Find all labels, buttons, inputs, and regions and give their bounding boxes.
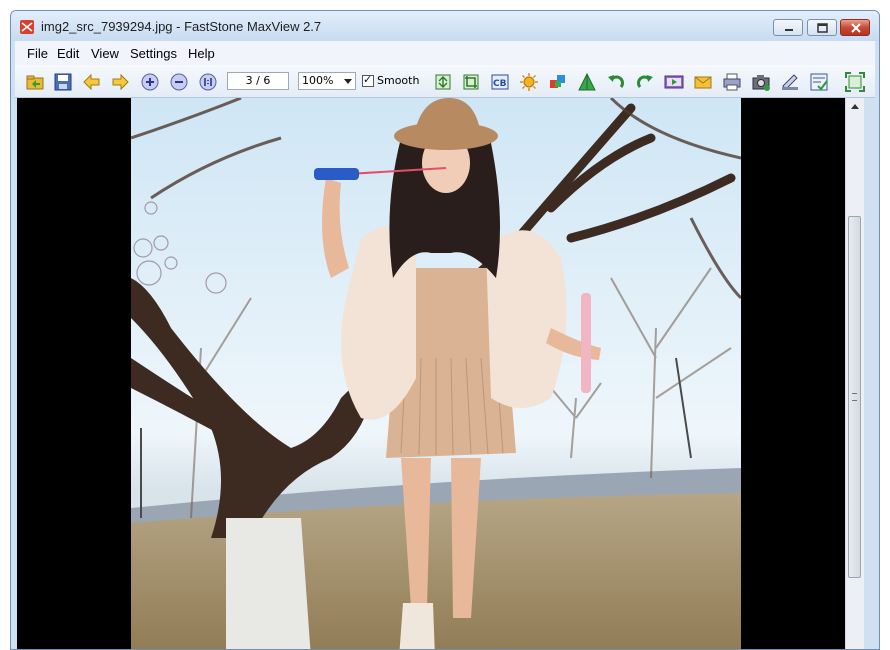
smooth-checkbox[interactable]: ✓ — [362, 73, 374, 87]
zoom-in-icon[interactable] — [140, 72, 160, 92]
maximize-icon — [817, 23, 828, 33]
scanner-icon[interactable] — [780, 72, 800, 92]
checkmark-icon: ✓ — [363, 73, 373, 86]
image-viewer[interactable] — [17, 98, 845, 649]
minimize-icon — [785, 29, 793, 31]
zoom-dropdown[interactable]: 100% — [298, 72, 356, 90]
photo-illustration — [131, 98, 741, 649]
camera-capture-icon[interactable] — [751, 72, 771, 92]
resize-icon[interactable] — [433, 72, 453, 92]
zoom-value: 100% — [302, 74, 334, 87]
menu-view[interactable]: View — [91, 46, 119, 61]
menu-bar: File Edit View Settings Help — [15, 41, 875, 65]
brightness-icon[interactable] — [519, 72, 539, 92]
app-icon — [20, 20, 34, 34]
open-folder-icon[interactable] — [25, 72, 45, 92]
grip-icon — [852, 393, 857, 401]
actual-size-icon[interactable] — [198, 72, 218, 92]
crop-icon[interactable] — [461, 72, 481, 92]
next-arrow-icon[interactable] — [110, 72, 130, 92]
color-balance-icon[interactable]: CB — [490, 72, 510, 92]
menu-settings[interactable]: Settings — [130, 46, 177, 61]
close-button[interactable] — [840, 19, 870, 36]
app-window: img2_src_7939294.jpg - FastStone MaxView… — [10, 10, 880, 650]
print-icon[interactable] — [722, 72, 742, 92]
save-icon[interactable] — [53, 72, 73, 92]
adjust-colors-icon[interactable] — [548, 72, 568, 92]
previous-arrow-icon[interactable] — [82, 72, 102, 92]
email-icon[interactable] — [693, 72, 713, 92]
scrollbar-thumb[interactable] — [848, 216, 861, 578]
maximize-button[interactable] — [807, 19, 837, 36]
sharpen-icon[interactable] — [577, 72, 597, 92]
slideshow-icon[interactable] — [664, 72, 684, 92]
chevron-down-icon — [344, 79, 352, 84]
svg-text:CB: CB — [493, 79, 507, 89]
scroll-up-arrow-icon[interactable] — [851, 104, 859, 109]
menu-help[interactable]: Help — [188, 46, 215, 61]
minimize-button[interactable] — [773, 19, 803, 36]
fullscreen-icon[interactable] — [845, 72, 865, 92]
menu-file[interactable]: File — [27, 46, 48, 61]
photo — [131, 98, 741, 649]
menu-edit[interactable]: Edit — [57, 46, 79, 61]
smooth-label: Smooth — [377, 74, 420, 87]
rotate-left-icon[interactable] — [606, 72, 626, 92]
vertical-scrollbar[interactable] — [845, 98, 864, 649]
window-title: img2_src_7939294.jpg - FastStone MaxView… — [41, 19, 322, 34]
page-indicator[interactable]: 3 / 6 — [227, 72, 289, 90]
properties-icon[interactable] — [809, 72, 829, 92]
rotate-right-icon[interactable] — [635, 72, 655, 92]
toolbar: 3 / 6 100% ✓ Smooth CB — [15, 65, 875, 98]
title-bar[interactable]: img2_src_7939294.jpg - FastStone MaxView… — [11, 11, 879, 41]
zoom-out-icon[interactable] — [169, 72, 189, 92]
close-icon — [851, 23, 861, 33]
